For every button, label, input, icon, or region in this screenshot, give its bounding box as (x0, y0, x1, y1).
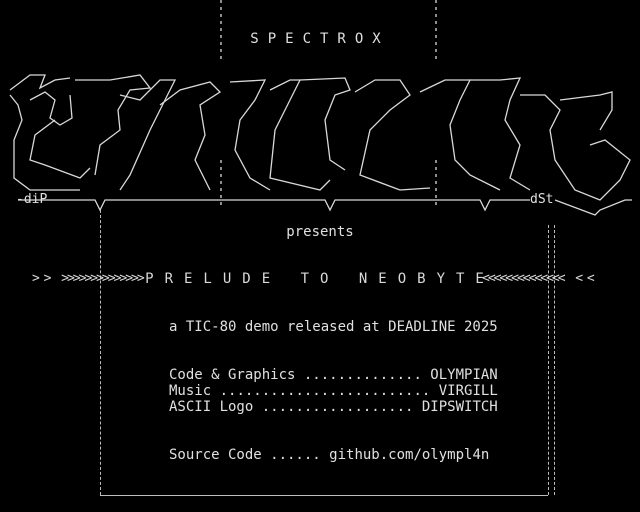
title-row: > > >>>>>>>>>>>>>> PRELUDE TO NEOBYTE <<… (0, 270, 640, 288)
credit-line: Code & Graphics .............. OLYMPIAN (169, 367, 498, 383)
presents-label: presents (286, 224, 354, 240)
credit-line: Music ......................... VIRGILL (169, 383, 498, 399)
credit-role: Music (169, 383, 212, 399)
credit-role: ASCII Logo (169, 399, 254, 415)
credit-line: ASCII Logo .................. DIPSWITCH (169, 399, 498, 415)
frame-right-border (548, 225, 549, 495)
credit-name: OLYMPIAN (421, 367, 498, 383)
artist-signature-right: dSt (530, 192, 554, 207)
right-chevrons: <<<<<<<<<<<<<< < < (482, 271, 595, 286)
credit-name: VIRGILL (430, 383, 498, 399)
intro-line: a TIC-80 demo released at DEADLINE 2025 (169, 319, 498, 335)
credit-role: Code & Graphics (169, 367, 296, 383)
frame-left-border (100, 210, 101, 495)
frame-bottom-border (100, 495, 548, 496)
credits-block: a TIC-80 demo released at DEADLINE 2025 … (169, 319, 498, 463)
frame-right-border-inner (554, 225, 555, 495)
source-url: github.com/olympl4n (320, 447, 490, 463)
source-line: Source Code ...... github.com/olympl4n (169, 447, 490, 463)
demo-screen: SPECTROX -diP dSt presents > > >>>>>>>>>… (0, 0, 640, 512)
credit-name: DIPSWITCH (413, 399, 498, 415)
artist-signature-left: -diP (16, 192, 48, 207)
source-label: Source Code (169, 447, 262, 463)
